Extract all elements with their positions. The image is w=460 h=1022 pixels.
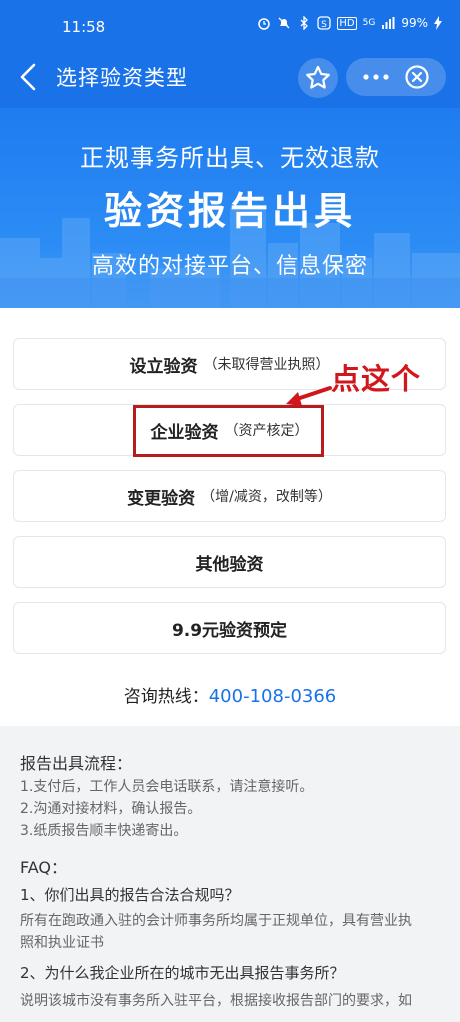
faq-question: 1、你们出具的报告合法合规吗？ [20, 886, 240, 904]
bluetooth-icon [300, 16, 309, 30]
faq-title: FAQ： [20, 858, 67, 877]
option-sublabel: （未取得营业执照） [203, 357, 330, 373]
option-reservation[interactable]: 9.9元验资预定 [13, 602, 446, 654]
annotation-text: 点这个 [331, 362, 422, 396]
banner-subtagline: 高效的对接平台、信息保密 [91, 254, 368, 279]
option-other-verification[interactable]: 其他验资 [13, 536, 446, 588]
status-time: 11:58 [62, 18, 106, 36]
hotline-number[interactable]: 400-108-0366 [209, 686, 337, 707]
banner-tagline: 正规事务所出具、无效退款 [80, 144, 380, 172]
process-step: 1.支付后，工作人员会电话联系，请注意接听。 [20, 779, 314, 795]
mute-icon [278, 17, 290, 29]
alarm-icon [258, 18, 271, 30]
faq-question: 2、为什么我企业所在的城市无出具报告事务所？ [20, 964, 345, 982]
signal-icon [382, 17, 395, 29]
option-label: 变更验资 [127, 488, 196, 509]
faq-answer: 所有在跑政通入驻的会计师事务所均属于正规单位，具有营业执 [20, 913, 412, 929]
hd-badge: HD [337, 16, 357, 30]
option-change-verification[interactable]: 变更验资 （增/减资，改制等） [13, 470, 446, 522]
svg-text:S: S [322, 20, 328, 30]
annotation-arrow-icon [286, 386, 332, 406]
status-bar: 11:58 S HD 5G 99% [0, 0, 460, 46]
hotline-label: 咨询热线： [123, 687, 209, 707]
page-title: 选择验资类型 [56, 66, 188, 90]
s-app-icon: S [317, 16, 332, 30]
process-title: 报告出具流程： [20, 754, 133, 773]
option-sublabel: （增/减资，改制等） [201, 489, 332, 505]
option-label: 设立验资 [129, 356, 198, 377]
network-label: 5G [362, 18, 376, 28]
status-icons: S HD 5G 99% [257, 16, 442, 30]
nav-bar: 选择验资类型 [0, 46, 460, 108]
close-circle-icon[interactable] [404, 64, 430, 90]
battery-text: 99% [401, 16, 428, 30]
mini-program-capsule [346, 58, 446, 96]
star-icon [306, 65, 330, 89]
promo-banner: 正规事务所出具、无效退款 验资报告出具 高效的对接平台、信息保密 [0, 108, 460, 308]
option-label: 其他验资 [195, 554, 264, 575]
more-icon[interactable] [356, 58, 396, 96]
hotline: 咨询热线：400-108-0366 [0, 682, 460, 707]
highlight-box [133, 405, 324, 457]
faq-answer: 说明该城市没有事务所入驻平台，根据接收报告部门的要求，如 [20, 993, 412, 1009]
option-label: 9.9元验资预定 [171, 620, 288, 641]
info-section: 报告出具流程： 1.支付后，工作人员会电话联系，请注意接听。 2.沟通对接材料，… [0, 726, 460, 1022]
favorite-button[interactable] [298, 58, 338, 98]
banner-headline: 验资报告出具 [103, 189, 356, 233]
process-step: 2.沟通对接材料，确认报告。 [20, 801, 202, 817]
faq-answer: 照和执业证书 [20, 935, 104, 951]
charging-icon [434, 16, 442, 30]
back-arrow-icon[interactable] [14, 60, 44, 94]
process-step: 3.纸质报告顺丰快递寄出。 [20, 823, 188, 839]
